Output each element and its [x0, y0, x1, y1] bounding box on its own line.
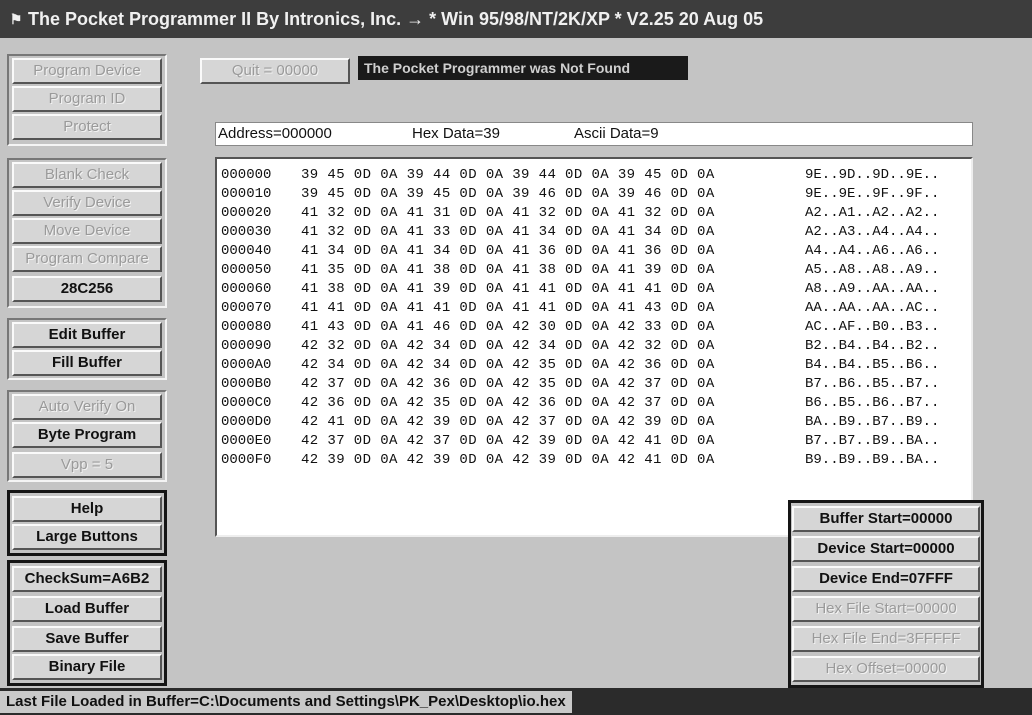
hex-row-ascii[interactable]: A2..A3..A4..A4.. [805, 224, 939, 240]
hex-row-address: 000070 [221, 300, 272, 316]
device-end-button[interactable]: Device End=07FFF [792, 566, 980, 592]
hex-row-address: 0000E0 [221, 433, 272, 449]
hex-row-ascii[interactable]: B4..B4..B5..B6.. [805, 357, 939, 373]
hex-data-readout: Hex Data=39 [412, 125, 500, 142]
hex-row-address: 000080 [221, 319, 272, 335]
ascii-data-readout: Ascii Data=9 [574, 125, 659, 142]
hex-row-bytes[interactable]: 39 45 0D 0A 39 44 0D 0A 39 44 0D 0A 39 4… [301, 167, 715, 183]
hex-row-ascii[interactable]: B7..B6..B5..B7.. [805, 376, 939, 392]
large-buttons-button[interactable]: Large Buttons [12, 524, 162, 550]
hex-row-bytes[interactable]: 41 32 0D 0A 41 33 0D 0A 41 34 0D 0A 41 3… [301, 224, 715, 240]
hex-row-bytes[interactable]: 41 43 0D 0A 41 46 0D 0A 42 30 0D 0A 42 3… [301, 319, 715, 335]
program-id-button[interactable]: Program ID [12, 86, 162, 112]
hex-row-address: 000030 [221, 224, 272, 240]
protect-button[interactable]: Protect [12, 114, 162, 140]
window-title: The Pocket Programmer II By Intronics, I… [28, 9, 764, 29]
hex-row-ascii[interactable]: 9E..9E..9F..9F.. [805, 186, 939, 202]
hex-file-end-button[interactable]: Hex File End=3FFFFF [792, 626, 980, 652]
hex-row-bytes[interactable]: 39 45 0D 0A 39 45 0D 0A 39 46 0D 0A 39 4… [301, 186, 715, 202]
status-message: The Pocket Programmer was Not Found [358, 56, 688, 80]
main-window: Program Device Program ID Protect Blank … [0, 38, 1032, 688]
hex-row-ascii[interactable]: B2..B4..B4..B2.. [805, 338, 939, 354]
device-start-button[interactable]: Device Start=00000 [792, 536, 980, 562]
hex-row-bytes[interactable]: 41 34 0D 0A 41 34 0D 0A 41 36 0D 0A 41 3… [301, 243, 715, 259]
binary-file-button[interactable]: Binary File [12, 654, 162, 680]
hex-row-ascii[interactable]: A8..A9..AA..AA.. [805, 281, 939, 297]
title-bar[interactable]: ⚑ The Pocket Programmer II By Intronics,… [0, 0, 1032, 38]
cursor-info-bar: Address=000000 Hex Data=39 Ascii Data=9 [215, 122, 973, 146]
hex-offset-button[interactable]: Hex Offset=00000 [792, 656, 980, 682]
save-buffer-button[interactable]: Save Buffer [12, 626, 162, 652]
hex-row-address: 000050 [221, 262, 272, 278]
quit-button[interactable]: Quit = 00000 [200, 58, 350, 84]
hex-row-ascii[interactable]: A4..A4..A6..A6.. [805, 243, 939, 259]
hex-row-address: 0000C0 [221, 395, 272, 411]
hex-row-bytes[interactable]: 42 32 0D 0A 42 34 0D 0A 42 34 0D 0A 42 3… [301, 338, 715, 354]
hex-row-address: 000020 [221, 205, 272, 221]
hex-row-ascii[interactable]: B6..B5..B6..B7.. [805, 395, 939, 411]
hex-row-address: 000060 [221, 281, 272, 297]
hex-row-address: 000000 [221, 167, 272, 183]
program-compare-button[interactable]: Program Compare [12, 246, 162, 272]
blank-check-button[interactable]: Blank Check [12, 162, 162, 188]
byte-program-button[interactable]: Byte Program [12, 422, 162, 448]
hex-row-address: 0000A0 [221, 357, 272, 373]
hex-row-ascii[interactable]: A5..A8..A8..A9.. [805, 262, 939, 278]
hex-file-start-button[interactable]: Hex File Start=00000 [792, 596, 980, 622]
move-device-button[interactable]: Move Device [12, 218, 162, 244]
hex-row-bytes[interactable]: 42 34 0D 0A 42 34 0D 0A 42 35 0D 0A 42 3… [301, 357, 715, 373]
hex-row-bytes[interactable]: 42 37 0D 0A 42 36 0D 0A 42 35 0D 0A 42 3… [301, 376, 715, 392]
hex-row-bytes[interactable]: 41 38 0D 0A 41 39 0D 0A 41 41 0D 0A 41 4… [301, 281, 715, 297]
edit-buffer-button[interactable]: Edit Buffer [12, 322, 162, 348]
hex-row-ascii[interactable]: B9..B9..B9..BA.. [805, 452, 939, 468]
vpp-button[interactable]: Vpp = 5 [12, 452, 162, 478]
device-type-button[interactable]: 28C256 [12, 276, 162, 302]
hex-buffer-view[interactable]: 000000 39 45 0D 0A 39 44 0D 0A 39 44 0D 0… [215, 157, 973, 537]
hex-row-address: 0000B0 [221, 376, 272, 392]
auto-verify-button[interactable]: Auto Verify On [12, 394, 162, 420]
buffer-start-button[interactable]: Buffer Start=00000 [792, 506, 980, 532]
app-icon[interactable]: ⚑ [4, 0, 28, 38]
hex-row-ascii[interactable]: B7..B7..B9..BA.. [805, 433, 939, 449]
hex-row-bytes[interactable]: 42 39 0D 0A 42 39 0D 0A 42 39 0D 0A 42 4… [301, 452, 715, 468]
hex-row-bytes[interactable]: 42 41 0D 0A 42 39 0D 0A 42 37 0D 0A 42 3… [301, 414, 715, 430]
hex-row-bytes[interactable]: 41 41 0D 0A 41 41 0D 0A 41 41 0D 0A 41 4… [301, 300, 715, 316]
hex-row-ascii[interactable]: 9E..9D..9D..9E.. [805, 167, 939, 183]
hex-row-address: 000090 [221, 338, 272, 354]
hex-row-address: 000040 [221, 243, 272, 259]
hex-row-ascii[interactable]: AC..AF..B0..B3.. [805, 319, 939, 335]
hex-row-ascii[interactable]: AA..AA..AA..AC.. [805, 300, 939, 316]
hex-row-bytes[interactable]: 42 37 0D 0A 42 37 0D 0A 42 39 0D 0A 42 4… [301, 433, 715, 449]
hex-row-ascii[interactable]: BA..B9..B7..B9.. [805, 414, 939, 430]
fill-buffer-button[interactable]: Fill Buffer [12, 350, 162, 376]
checksum-button[interactable]: CheckSum=A6B2 [12, 566, 162, 592]
hex-row-address: 0000F0 [221, 452, 272, 468]
address-readout: Address=000000 [218, 125, 332, 142]
last-file-loaded-text: Last File Loaded in Buffer=C:\Documents … [0, 691, 572, 713]
hex-row-address: 000010 [221, 186, 272, 202]
hex-row-bytes[interactable]: 42 36 0D 0A 42 35 0D 0A 42 36 0D 0A 42 3… [301, 395, 715, 411]
help-button[interactable]: Help [12, 496, 162, 522]
load-buffer-button[interactable]: Load Buffer [12, 596, 162, 622]
hex-row-bytes[interactable]: 41 35 0D 0A 41 38 0D 0A 41 38 0D 0A 41 3… [301, 262, 715, 278]
hex-row-bytes[interactable]: 41 32 0D 0A 41 31 0D 0A 41 32 0D 0A 41 3… [301, 205, 715, 221]
verify-device-button[interactable]: Verify Device [12, 190, 162, 216]
program-device-button[interactable]: Program Device [12, 58, 162, 84]
hex-row-ascii[interactable]: A2..A1..A2..A2.. [805, 205, 939, 221]
status-bar: Last File Loaded in Buffer=C:\Documents … [0, 688, 1032, 715]
hex-row-address: 0000D0 [221, 414, 272, 430]
